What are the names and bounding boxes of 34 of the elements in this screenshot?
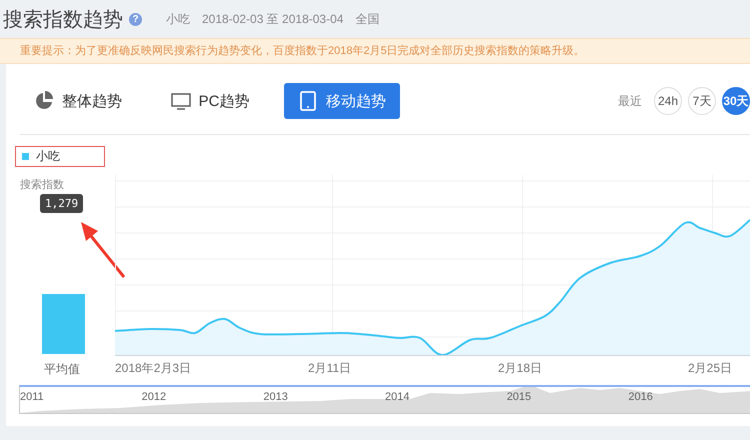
trend-tab[interactable]: 移动趋势 [284,83,400,119]
year-label: 2011 [20,390,45,403]
annotation-arrow [81,222,125,278]
trend-tab[interactable]: PC趋势 [154,83,266,119]
period-button[interactable]: 30天 [722,87,750,115]
x-axis-label: 2018年2月3日 [115,360,192,377]
keyword-text: 小吃 [166,10,190,28]
period-label: 最近 [618,92,642,110]
year-label: 2016 [628,390,654,403]
pie-chart-icon [34,91,54,111]
page-title: 搜索指数趋势 [3,8,123,32]
year-label: 2012 [142,390,168,403]
legend-swatch [22,153,29,160]
tablet-icon [298,91,318,111]
average-bar [42,294,85,354]
notice-banner: 重要提示：为了更准确反映网民搜索行为趋势变化，百度指数于2018年2月5日完成对全部历史搜索指数的策略升级。 [0,38,750,64]
date-range-text: 2018-02-03 至 2018-03-04 [202,10,344,28]
x-axis-label: 2月18日 [498,360,542,377]
period-button[interactable]: 24h [654,87,682,115]
x-axis-label: 2月11日 [308,360,352,377]
average-label: 平均值 [44,361,80,378]
legend-item[interactable]: 小吃 [15,146,105,167]
year-label: 2014 [385,390,410,403]
trend-tab[interactable]: 整体趋势 [20,83,136,119]
region-text: 全国 [355,10,380,28]
timeline-overview[interactable]: 2011 2012 2013 2014 2015 2016 [19,385,750,414]
period-button[interactable]: 7天 [688,87,716,115]
legend-label: 小吃 [36,148,60,165]
year-label: 2013 [263,390,289,403]
monitor-icon [170,91,191,111]
value-tooltip: 1,279 [40,194,84,213]
year-label: 2015 [506,390,532,403]
x-axis-label: 2月25日 [688,360,732,377]
axis-title: 搜索指数 [20,178,64,192]
